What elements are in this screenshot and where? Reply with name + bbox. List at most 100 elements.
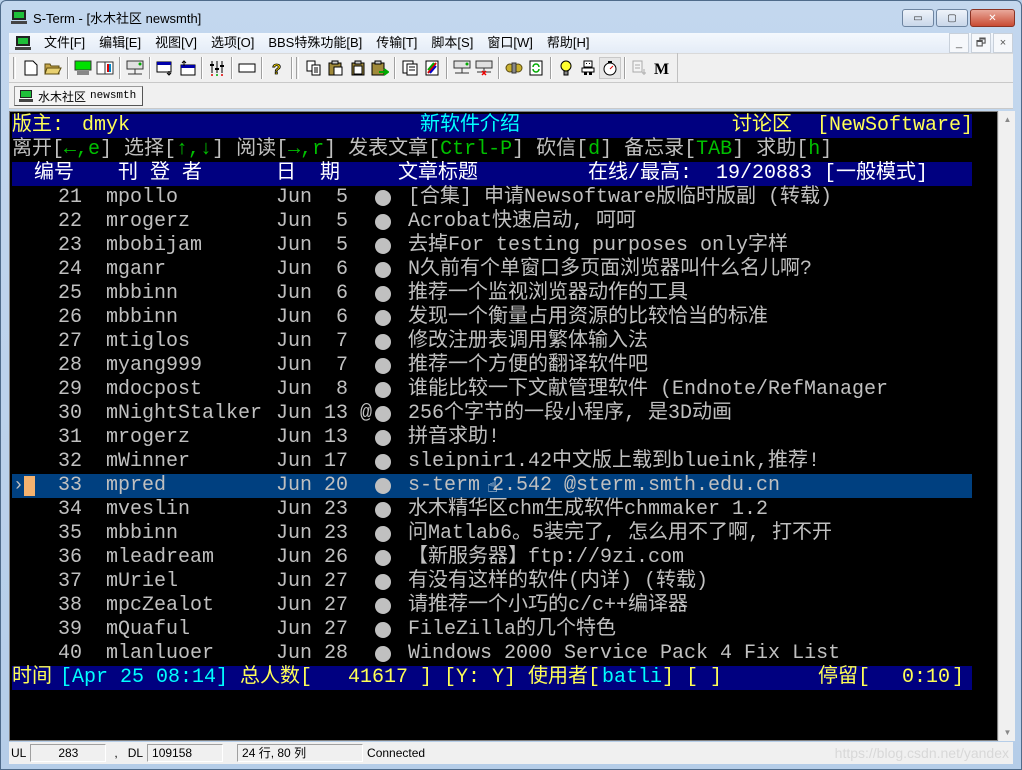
article-title[interactable]: 请推荐一个小巧的c/c++编译器 [408,594,688,618]
window-receive-button[interactable] [176,57,198,79]
article-author[interactable]: Quaful [118,618,190,642]
connect-button[interactable] [451,57,473,79]
copy-document-button[interactable] [399,57,421,79]
article-title[interactable]: [合集] 申请Newsoftware版临时版副 (转载) [408,186,832,210]
article-author[interactable]: rogerz [118,210,190,234]
article-title[interactable]: 去掉For testing purposes only字样 [408,234,788,258]
article-author[interactable]: bbinn [118,282,178,306]
scroll-down-arrow-icon[interactable]: ▼ [999,724,1016,741]
article-title[interactable]: 【新服务器】ftp://9zi.com [408,546,684,570]
article-row[interactable]: 30 m NightStalker Jun 13 @256个字节的一段小程序, 是3D动画 [12,402,972,426]
article-title[interactable]: sleipnir1.42中文版上载到blueink,推荐! [408,450,820,474]
refresh-button[interactable] [525,57,547,79]
timer-button[interactable] [599,57,621,79]
article-author[interactable]: pred [118,474,166,498]
article-author[interactable]: pollo [118,186,178,210]
menu-view[interactable]: 视图[V] [148,33,204,53]
clipboard-button[interactable] [347,57,369,79]
article-title[interactable]: Windows 2000 Service Pack 4 Fix List [408,642,840,666]
article-author[interactable]: veslin [118,498,190,522]
connect-terminal-button[interactable] [72,57,94,79]
moderator-name[interactable]: dmyk [82,114,130,138]
article-title[interactable]: 推荐一个方便的翻译软件吧 [408,354,648,378]
article-row[interactable]: 23 m bobijam Jun 5 去掉For testing purposes onl… [12,234,972,258]
article-row-selected[interactable]: › 33 m pred Jun 20 s-term 2.542 @sterm.smth.ed… [12,474,972,498]
help-button[interactable]: ? [266,57,288,79]
article-row[interactable]: 26 m bbinn Jun 6 发现一个衡量占用资源的比较恰当的标准 [12,306,972,330]
open-button[interactable] [42,57,64,79]
article-title[interactable]: 水木精华区chm生成软件chmmaker 1.2 [408,498,768,522]
article-row[interactable]: 38 m pcZealot Jun 27 请推荐一个小巧的c/c++编译器 [12,594,972,618]
article-row[interactable]: 28 m yang999 Jun 7 推荐一个方便的翻译软件吧 [12,354,972,378]
toolbar-grip[interactable] [13,57,16,79]
article-author[interactable]: docpost [118,378,202,402]
article-title[interactable]: Acrobat快速启动, 呵呵 [408,210,636,234]
article-row[interactable]: 31 m rogerz Jun 13 拼音求助! [12,426,972,450]
paste-send-button[interactable] [369,57,391,79]
article-author[interactable]: bbinn [118,306,178,330]
article-title[interactable]: 修改注册表调用繁体输入法 [408,330,648,354]
menu-help[interactable]: 帮助[H] [540,33,597,53]
window-send-button[interactable] [154,57,176,79]
article-author[interactable]: ganr [118,258,166,282]
copy-disabled-button[interactable] [629,57,651,79]
article-title[interactable]: 拼音求助! [408,426,500,450]
article-row[interactable]: 39 m Quaful Jun 27 FileZilla的几个特色 [12,618,972,642]
menu-script[interactable]: 脚本[S] [424,33,480,53]
new-button[interactable] [20,57,42,79]
article-row[interactable]: 32 m Winner Jun 17 sleipnir1.42中文版上载到blueink,… [12,450,972,474]
article-author[interactable]: tiglos [118,330,190,354]
article-title[interactable]: 256个字节的一段小程序, 是3D动画 [408,402,732,426]
terminal-screen[interactable]: 版主: dmyk 新软件介绍 讨论区 [NewSoftware] 离开[←,e]… [9,111,998,741]
article-title[interactable]: 谁能比较一下文献管理软件 (Endnote/RefManager [408,378,888,402]
minimize-button[interactable]: ▭ [902,9,934,27]
mdi-restore-button[interactable]: 🗗 [971,33,991,53]
robot-button[interactable] [577,57,599,79]
menu-file[interactable]: 文件[F] [37,33,92,53]
article-author[interactable]: Winner [118,450,190,474]
address-book-button[interactable] [94,57,116,79]
article-title[interactable]: 发现一个衡量占用资源的比较恰当的标准 [408,306,768,330]
copy-button[interactable] [303,57,325,79]
close-button[interactable]: ✕ [970,9,1015,27]
article-row[interactable]: 25 m bbinn Jun 6 推荐一个监视浏览器动作的工具 [12,282,972,306]
article-title[interactable]: FileZilla的几个特色 [408,618,616,642]
equalizer-button[interactable] [206,57,228,79]
article-title[interactable]: N久前有个单窗口多页面浏览器叫什么名儿啊? [408,258,812,282]
article-author[interactable]: Uriel [118,570,178,594]
article-author[interactable]: pcZealot [118,594,214,618]
article-author[interactable]: rogerz [118,426,190,450]
menu-transfer[interactable]: 传输[T] [369,33,424,53]
session-tab-newsmth[interactable]: 水木社区 newsmth [14,86,144,106]
article-row[interactable]: 37 m Uriel Jun 27 有没有这样的软件(内详) (转载) [12,570,972,594]
network-button[interactable] [124,57,146,79]
article-title[interactable]: 有没有这样的软件(内详) (转载) [408,570,708,594]
article-row[interactable]: 34 m veslin Jun 23 水木精华区chm生成软件chmmaker 1.2 [12,498,972,522]
article-author[interactable]: bobijam [118,234,202,258]
menu-bbs-functions[interactable]: BBS特殊功能[B] [261,33,369,53]
color-button[interactable] [421,57,443,79]
title-bar[interactable]: S-Term - [水木社区 newsmth] ▭ ▢ ✕ [1,1,1021,33]
mdi-minimize-button[interactable]: _ [949,33,969,53]
article-author[interactable]: bbinn [118,522,178,546]
menu-window[interactable]: 窗口[W] [480,33,540,53]
article-row[interactable]: 27 m tiglos Jun 7 修改注册表调用繁体输入法 [12,330,972,354]
article-author[interactable]: yang999 [118,354,202,378]
menu-options[interactable]: 选项[O] [204,33,261,53]
article-title[interactable]: 推荐一个监视浏览器动作的工具 [408,282,688,306]
article-row[interactable]: 36 m leadream Jun 26 【新服务器】ftp://9zi.com [12,546,972,570]
article-row[interactable]: 35 m bbinn Jun 23 问Matlab6。5装完了, 怎么用不了啊, 打不开 [12,522,972,546]
macro-button[interactable]: M [651,57,673,79]
article-author[interactable]: NightStalker [118,402,262,426]
article-row[interactable]: 40 m lanluoer Jun 28 Windows 2000 Service Pac… [12,642,972,666]
menu-edit[interactable]: 编辑[E] [92,33,148,53]
article-row[interactable]: 21 m pollo Jun 5 [合集] 申请Newsoftware版临时版副 (转载) [12,186,972,210]
article-row[interactable]: 24 m ganr Jun 6 N久前有个单窗口多页面浏览器叫什么名儿啊? [12,258,972,282]
article-title[interactable]: 问Matlab6。5装完了, 怎么用不了啊, 打不开 [408,522,832,546]
paste-button[interactable] [325,57,347,79]
document-system-menu-icon[interactable] [15,36,31,50]
fullscreen-button[interactable] [236,57,258,79]
article-row[interactable]: 29 m docpost Jun 8 谁能比较一下文献管理软件 (Endnote/RefM… [12,378,972,402]
tip-button[interactable] [555,57,577,79]
article-row[interactable]: 22 m rogerz Jun 5 Acrobat快速启动, 呵呵 [12,210,972,234]
